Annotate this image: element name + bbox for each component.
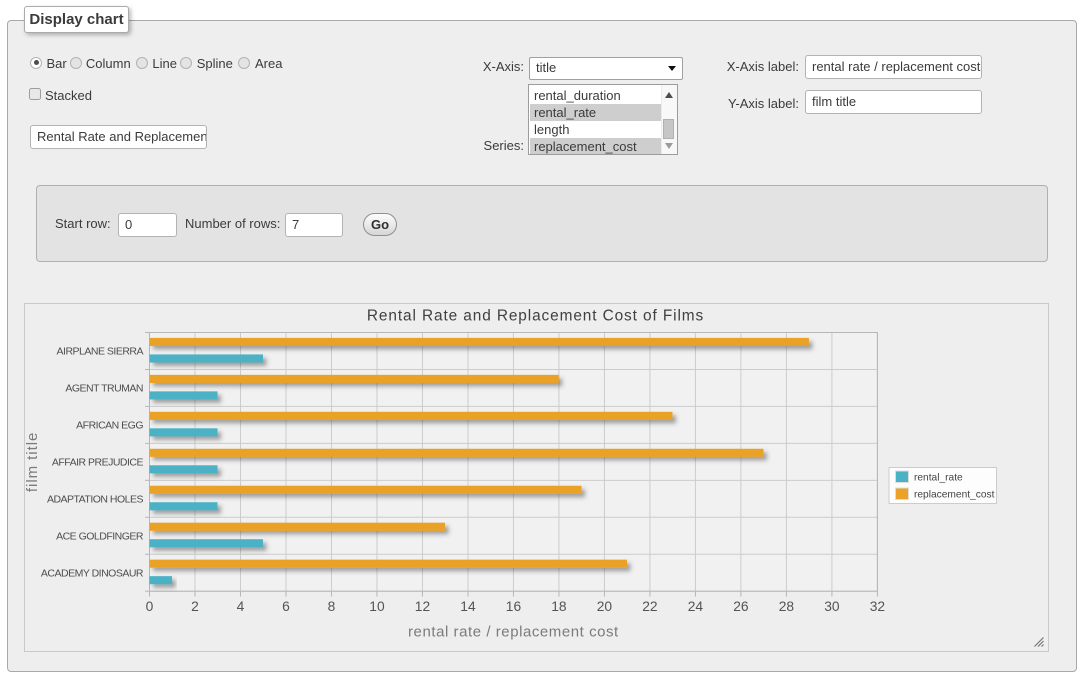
svg-text:24: 24 <box>688 599 704 614</box>
svg-text:AFFAIR PREJUDICE: AFFAIR PREJUDICE <box>52 456 144 468</box>
svg-text:rental_rate: rental_rate <box>914 472 963 483</box>
svg-text:32: 32 <box>870 599 885 614</box>
svg-text:Rental Rate and Replacement Co: Rental Rate and Replacement Cost of Film… <box>367 308 704 325</box>
svg-text:26: 26 <box>733 599 749 614</box>
svg-text:0: 0 <box>146 599 154 614</box>
svg-text:2: 2 <box>191 599 199 614</box>
svg-text:rental rate / replacement cost: rental rate / replacement cost <box>408 623 619 640</box>
svg-text:ACADEMY DINOSAUR: ACADEMY DINOSAUR <box>41 567 144 579</box>
svg-text:18: 18 <box>551 599 567 614</box>
svg-text:AIRPLANE SIERRA: AIRPLANE SIERRA <box>57 346 144 358</box>
svg-text:12: 12 <box>415 599 430 614</box>
svg-text:16: 16 <box>506 599 522 614</box>
svg-text:ADAPTATION HOLES: ADAPTATION HOLES <box>47 493 144 505</box>
svg-text:replacement_cost: replacement_cost <box>914 489 995 500</box>
svg-text:8: 8 <box>328 599 336 614</box>
svg-text:20: 20 <box>597 599 613 614</box>
svg-text:14: 14 <box>460 599 476 614</box>
svg-text:6: 6 <box>282 599 290 614</box>
svg-text:film title: film title <box>25 432 41 492</box>
svg-text:AGENT TRUMAN: AGENT TRUMAN <box>65 383 143 395</box>
svg-text:4: 4 <box>237 599 245 614</box>
svg-text:10: 10 <box>369 599 385 614</box>
svg-text:AFRICAN EGG: AFRICAN EGG <box>76 419 143 431</box>
svg-text:30: 30 <box>824 599 840 614</box>
svg-text:28: 28 <box>779 599 795 614</box>
svg-text:22: 22 <box>642 599 657 614</box>
svg-text:ACE GOLDFINGER: ACE GOLDFINGER <box>56 530 144 542</box>
